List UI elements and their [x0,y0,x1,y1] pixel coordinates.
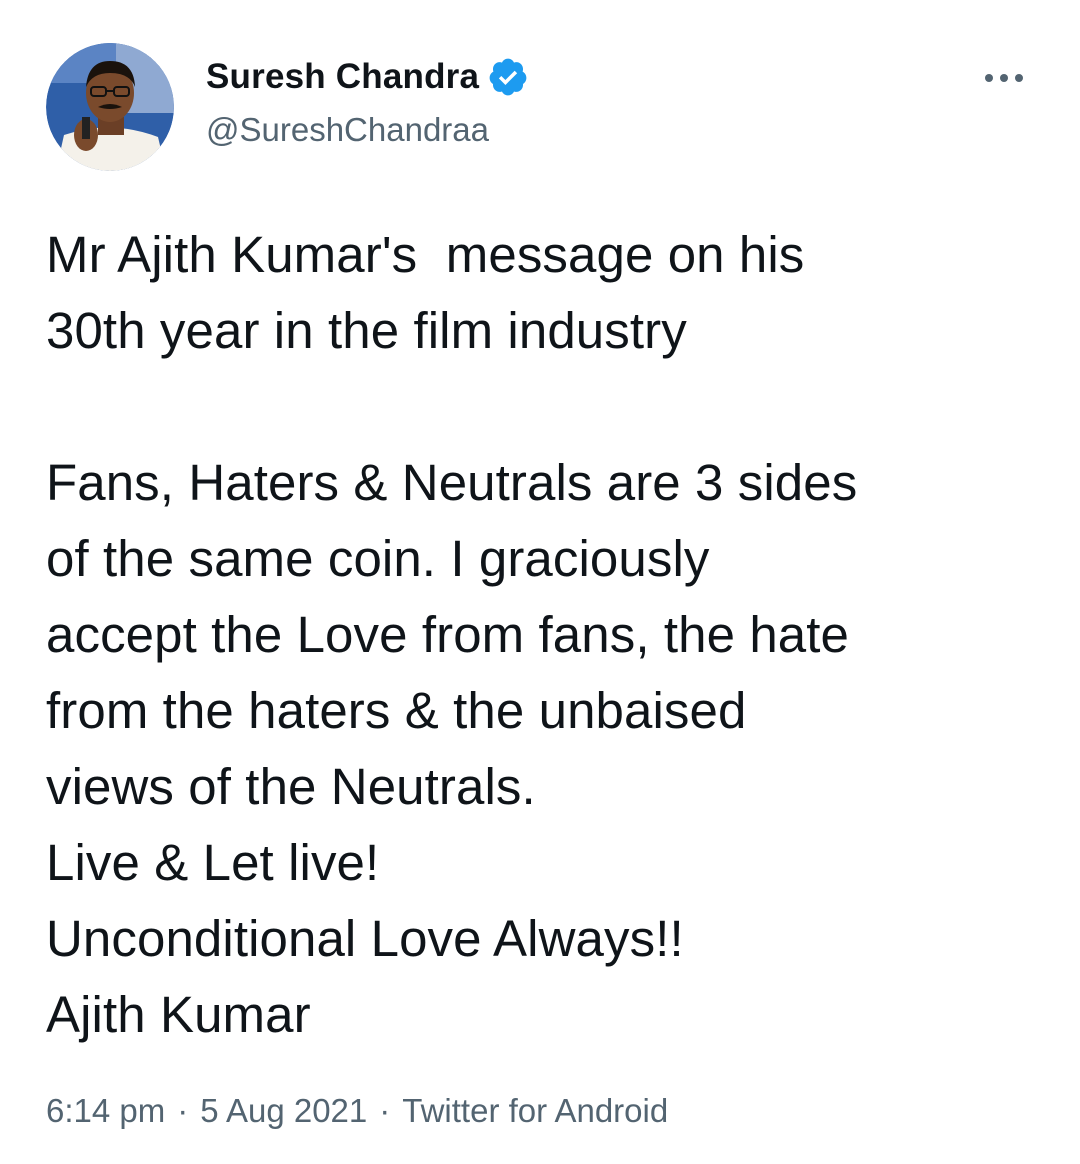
verified-badge-icon [487,56,529,98]
avatar[interactable] [46,43,174,171]
tweet-text: Mr Ajith Kumar's message on his 30th yea… [46,226,858,1043]
author-info: Suresh Chandra @SureshChandraa [206,55,529,149]
tweet-date[interactable]: 5 Aug 2021 [200,1092,367,1130]
display-name-row: Suresh Chandra [206,55,529,99]
meta-separator: · [177,1092,189,1129]
tweet-card: Suresh Chandra @SureshChandraa Mr Ajith … [0,0,1080,1164]
tweet-time[interactable]: 6:14 pm [46,1092,165,1130]
tweet-source[interactable]: Twitter for Android [402,1092,668,1130]
more-options-icon[interactable] [982,63,1026,93]
display-name[interactable]: Suresh Chandra [206,57,479,97]
tweet-header: Suresh Chandra @SureshChandraa [46,43,1036,173]
tweet-meta: 6:14 pm · 5 Aug 2021 · Twitter for Andro… [46,1092,668,1130]
meta-separator: · [379,1092,391,1129]
author-handle[interactable]: @SureshChandraa [206,111,529,149]
